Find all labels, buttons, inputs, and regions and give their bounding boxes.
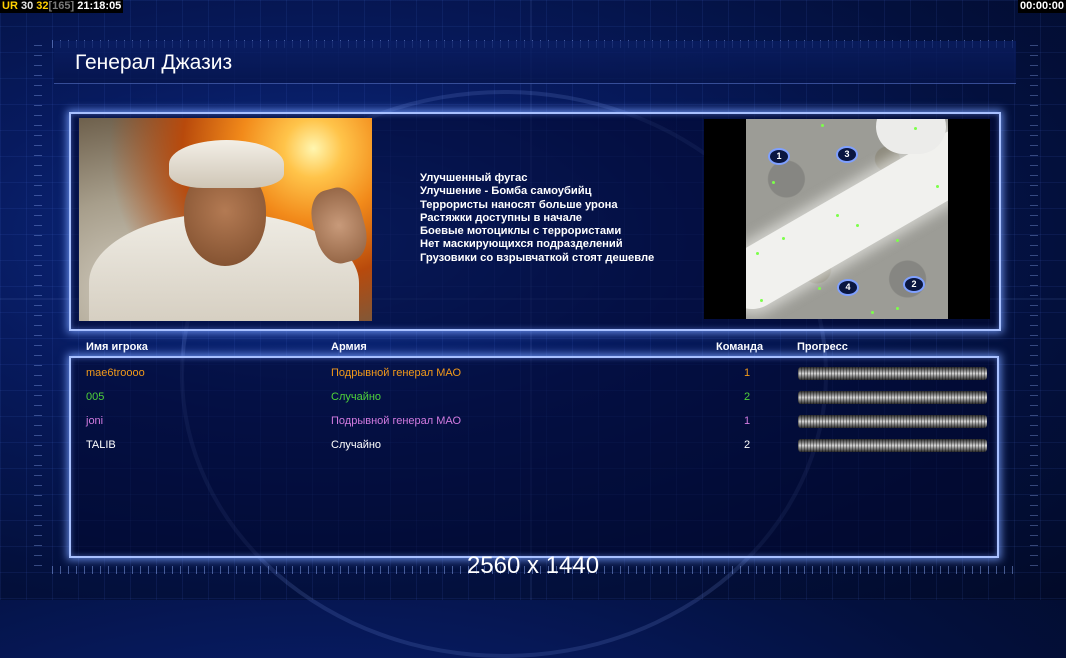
ruler-left — [34, 44, 42, 566]
title-bar: Генерал Джазиз — [54, 41, 1016, 84]
player-name: mae6troooo — [86, 367, 145, 379]
player-progress-bar — [798, 391, 987, 404]
hud-value-c: [165] — [48, 0, 75, 12]
general-title: Генерал Джазиз — [75, 51, 233, 74]
hud-clock: 21:18:05 — [77, 0, 122, 12]
player-team: 1 — [744, 367, 751, 379]
general-portrait — [79, 118, 372, 321]
start-position-marker[interactable]: 1 — [768, 148, 790, 165]
bonus-item: Боевые мотоциклы с террористами — [420, 225, 622, 238]
start-position-marker[interactable]: 2 — [903, 276, 925, 293]
player-progress-bar — [798, 439, 987, 452]
player-name: joni — [86, 415, 104, 427]
hud-value-b: 32 — [36, 0, 49, 12]
general-bonus-list: Улучшенный фугас Улучшение - Бомба самоу… — [420, 172, 654, 265]
bonus-item: Нет маскирующихся подразделений — [420, 238, 623, 251]
map-preview: 1 3 4 2 — [746, 119, 948, 319]
start-position-marker[interactable]: 3 — [836, 146, 858, 163]
header-army: Армия — [331, 341, 367, 353]
player-progress-bar — [798, 415, 987, 428]
bonus-item: Растяжки доступны в начале — [420, 211, 583, 224]
player-team: 2 — [744, 391, 751, 403]
header-progress: Прогресс — [797, 341, 848, 353]
ruler-right — [1030, 44, 1038, 566]
player-army: Случайно — [331, 439, 382, 451]
bonus-item: Террористы наносят больше урона — [420, 198, 618, 211]
header-player-name: Имя игрока — [86, 341, 148, 353]
player-row: TALIB Случайно 2 — [0, 433, 1066, 457]
bonus-item: Грузовики со взрывчаткой стоят дешевле — [420, 251, 655, 264]
player-army: Подрывной генерал МАО — [331, 415, 462, 427]
player-team: 2 — [744, 439, 751, 451]
resolution-label: 2560 x 1440 — [466, 552, 600, 579]
hud-value-a: 30 — [20, 0, 34, 12]
player-progress-bar — [798, 367, 987, 380]
player-name: TALIB — [86, 439, 116, 451]
player-name: 005 — [86, 391, 105, 403]
start-position-marker[interactable]: 4 — [837, 279, 859, 296]
hud-ur: UR — [2, 0, 18, 12]
bonus-item: Улучшение - Бомба самоубийц — [420, 185, 592, 198]
player-row: 005 Случайно 2 — [0, 385, 1066, 409]
hud-timer: 00:00:00 — [1017, 0, 1066, 13]
player-row: joni Подрывной генерал МАО 1 — [0, 409, 1066, 433]
hud-stats: UR 30 32[165] 21:18:05 — [0, 0, 124, 13]
bonus-item: Улучшенный фугас — [420, 172, 528, 184]
player-army: Подрывной генерал МАО — [331, 367, 462, 379]
player-team: 1 — [744, 415, 751, 427]
player-army: Случайно — [331, 391, 382, 403]
player-row: mae6troooo Подрывной генерал МАО 1 — [0, 361, 1066, 385]
header-team: Команда — [716, 341, 764, 353]
